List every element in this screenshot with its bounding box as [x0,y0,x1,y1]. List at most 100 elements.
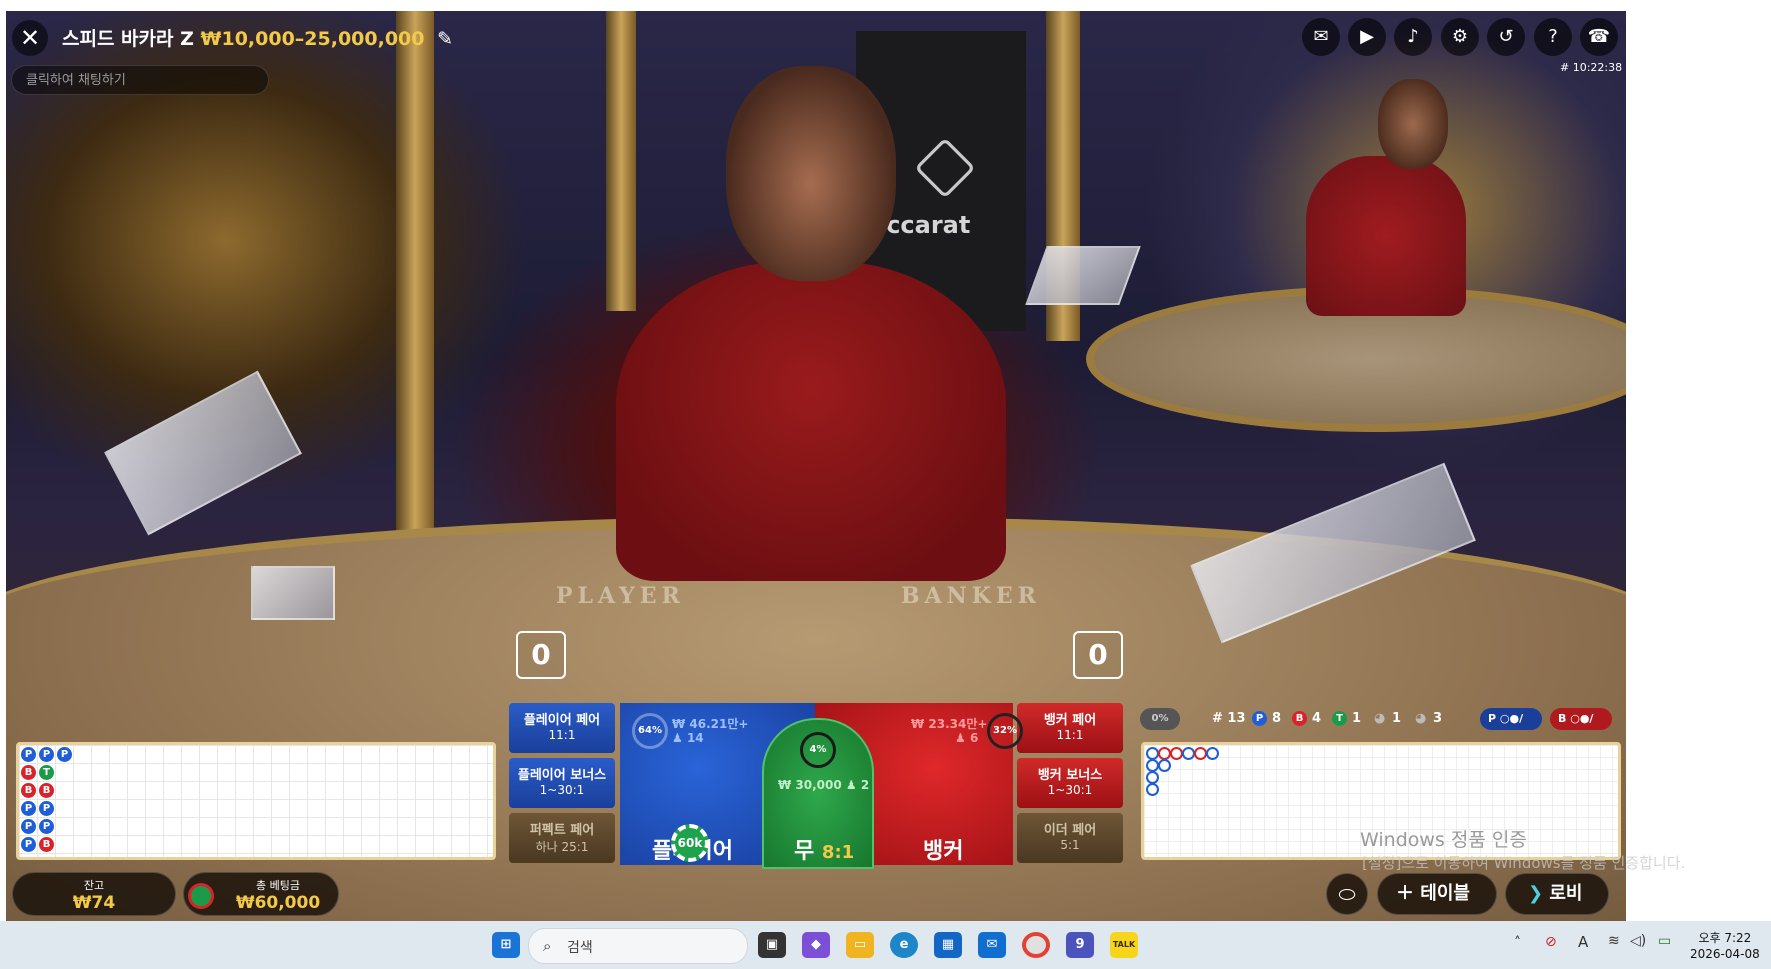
bead-road-cell: P [39,747,54,762]
felt-player: PLAYER [556,583,685,609]
gear-icon: ⚙ [1451,26,1469,47]
banker-pair-count: 3 [1433,711,1443,726]
bead-road-cell: P [21,837,36,852]
windows-watermark: Windows 정품 인증 [1360,829,1527,851]
chrome-icon[interactable] [1022,932,1050,958]
store-icon[interactable]: ▦ [934,932,962,958]
lobby-icon: ❯ [1528,883,1550,904]
bead-road-cell: P [39,819,54,834]
wifi-icon[interactable]: ≋ [1608,933,1620,949]
player-bonus-bet[interactable]: 플레이어 보너스 1~30:1 [509,758,615,808]
dealer [616,261,1006,581]
tie-label: 무 8:1 [794,839,855,864]
either-pair-bet[interactable]: 이더 페어 5:1 [1017,813,1123,863]
teams-icon[interactable]: 9 [1066,932,1094,958]
banker-predict-button[interactable]: B ○●/ [1550,708,1612,730]
support-icon: ☎ [1587,26,1611,47]
table-name: 스피드 바카라 Z [62,28,194,50]
battery-icon[interactable]: ▭ [1658,933,1671,949]
bead-road-cell: P [39,801,54,816]
user-icon: ♟ [672,731,687,745]
user-icon: ♟ [845,778,857,792]
banker-bonus-bet[interactable]: 뱅커 보너스 1~30:1 [1017,758,1123,808]
gold-pillar [606,11,636,311]
bead-road-cell: P [57,747,72,762]
total-bet-display: 총 베팅금 ₩60,000 [183,872,339,916]
edge-icon[interactable]: e [890,932,918,958]
perfect-pair-bet[interactable]: 퍼펙트 페어 하나 25:1 [509,813,615,863]
banker-wins: 4 [1312,711,1322,726]
outlook-icon[interactable]: ✉ [978,932,1006,958]
banker-percentage: 32% [987,713,1023,749]
history-icon: ↺ [1498,26,1514,47]
m365-icon[interactable]: ◆ [802,932,830,958]
baccarat-logo-icon [914,137,976,199]
dealer-head [726,66,896,281]
user-icon: ♟ [955,731,970,745]
oval-icon: ⬭ [1338,882,1356,906]
player-predict-button[interactable]: P ○●/ [1480,708,1542,730]
banker-wins-icon: B [1292,711,1307,726]
ime-icon[interactable]: A [1578,933,1588,951]
player-wins-icon: P [1252,711,1267,726]
tie-bet-total: ₩ 30,000 ♟ 2 [778,778,870,792]
stats-toggle[interactable]: 0% [1140,708,1180,730]
help-button[interactable]: ? [1534,18,1572,56]
player-wins: 8 [1272,711,1282,726]
big-road-mark [1146,783,1159,796]
bead-road: PPPBTBBPPPPPB [16,742,496,860]
help-icon: ? [1548,26,1558,47]
tie-bet-area[interactable]: 4% ₩ 30,000 ♟ 2 무 8:1 [762,718,874,869]
windows-start-icon[interactable]: ⊞ [492,932,520,958]
video-icon: ▶ [1360,26,1374,47]
video-button[interactable]: ▶ [1348,18,1386,56]
banker-bet-total: ₩ 23.34만+ [911,717,988,731]
bet-limits: ₩10,000–25,000,000 [200,28,425,50]
bead-road-cell: B [39,783,54,798]
bead-road-cell: P [21,819,36,834]
speaker-icon[interactable]: ◁) [1630,933,1646,949]
chat-input[interactable]: 클릭하여 채팅하기 [11,65,269,95]
placed-chip[interactable]: 60k [671,824,709,862]
history-button[interactable]: ↺ [1487,18,1525,56]
bead-road-cell: T [39,765,54,780]
tray-app-icon[interactable]: ⊘ [1545,934,1557,950]
player-bet-total: ₩ 46.21만+ [672,717,749,731]
stats-bar: 0% # 13 P8 B4 T1 ◕ 1 ◕ 3 P ○●/ B ○●/ [1140,708,1618,732]
player-pair-bet[interactable]: 플레이어 페어 11:1 [509,703,615,753]
volume-button[interactable]: ♪ [1394,18,1432,56]
close-button[interactable]: ✕ [12,20,48,56]
banker-label: 뱅커 [923,839,964,864]
chat-toggle-button[interactable]: ✉ [1302,18,1340,56]
balance-display: 잔고 ₩74 [12,872,176,916]
pin-icon[interactable]: ✎ [437,28,453,50]
chip-stack-button[interactable]: ⬭ [1326,873,1368,915]
rounds-count: # 13 [1212,711,1246,726]
taskbar-search[interactable]: ⌕ 검색 [528,928,748,964]
bead-road-cell: B [21,765,36,780]
gold-pillar [396,11,434,531]
teams-badge: 9 [1075,937,1085,952]
chips-icon [188,883,214,909]
banker-pair-icon: ◕ [1415,711,1427,726]
settings-button[interactable]: ⚙ [1441,18,1479,56]
system-clock[interactable]: 오후 7:22 2026-04-08 [1690,930,1760,962]
task-view-icon[interactable]: ▣ [758,932,786,958]
game-id: # 10:22:38 [1560,61,1623,74]
support-button[interactable]: ☎ [1580,18,1618,56]
banker-pair-bet[interactable]: 뱅커 페어 11:1 [1017,703,1123,753]
table-button[interactable]: ＋ 테이블 [1377,873,1497,915]
plus-icon: ＋ [1396,883,1421,904]
background-dealer-head [1378,79,1448,169]
lobby-button[interactable]: ❯ 로비 [1505,873,1609,915]
file-explorer-icon[interactable]: ▭ [846,932,874,958]
bead-road-cell: B [39,837,54,852]
game-title: 스피드 바카라 Z ₩10,000–25,000,000 ✎ [62,24,453,51]
card-shoe [1025,246,1141,305]
bead-road-cell: P [21,801,36,816]
felt-banker: BANKER [901,583,1041,609]
tray-chevron-icon[interactable]: ˄ [1514,935,1521,951]
volume-icon: ♪ [1407,26,1419,47]
kakaotalk-icon[interactable]: TALK [1110,932,1138,958]
player-percentage: 64% [632,713,668,749]
